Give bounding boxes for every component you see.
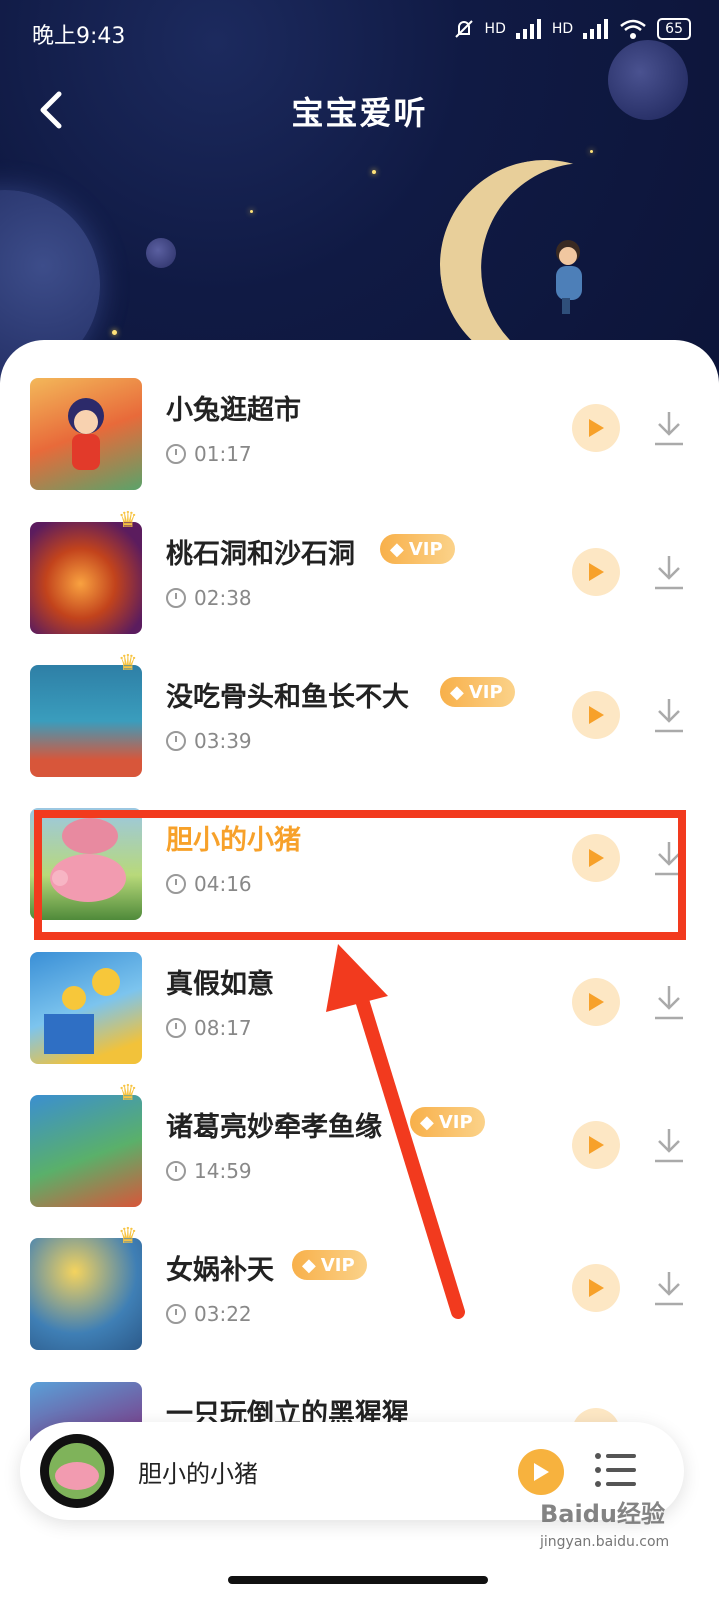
watermark-brand: Baidu经验 (540, 1500, 665, 1528)
mute-bell-icon (454, 20, 473, 38)
vip-diamond-icon: ◆ (302, 1254, 316, 1276)
page-title: 宝宝爱听 (291, 94, 428, 132)
crown-icon: ♛ (118, 1224, 138, 1249)
clock-icon (166, 444, 186, 464)
vip-badge: ◆ VIP (410, 1107, 485, 1137)
track-duration: 02:38 (166, 586, 252, 610)
vip-label: VIP (468, 681, 503, 703)
track-cover (30, 378, 142, 490)
track-duration-text: 14:59 (194, 1159, 252, 1183)
play-icon (589, 706, 604, 724)
download-icon[interactable] (652, 552, 686, 592)
vip-diamond-icon: ◆ (420, 1111, 434, 1133)
track-cover (30, 522, 142, 634)
track-duration-text: 03:22 (194, 1302, 252, 1326)
status-bar: 晚上9:43 HD HD 65 (0, 0, 719, 64)
battery-indicator: 65 (657, 18, 691, 40)
track-item[interactable]: 真假如意 08:17 (0, 952, 719, 1092)
track-title: 桃石洞和沙石洞 (166, 539, 355, 570)
play-icon (589, 1279, 604, 1297)
track-duration: 14:59 (166, 1159, 252, 1183)
crown-icon: ♛ (118, 1081, 138, 1106)
track-cover (30, 1238, 142, 1350)
vip-label: VIP (438, 1111, 473, 1133)
track-title: 真假如意 (166, 969, 274, 1000)
play-icon (589, 1136, 604, 1154)
vip-badge: ◆ VIP (380, 534, 455, 564)
clock-icon (166, 1018, 186, 1038)
home-indicator[interactable] (228, 1576, 488, 1584)
vip-diamond-icon: ◆ (390, 538, 404, 560)
player-play-button[interactable] (518, 1449, 564, 1495)
child-on-moon-illustration (556, 240, 582, 314)
watermark-url: jingyan.baidu.com (540, 1534, 670, 1550)
track-duration-text: 08:17 (194, 1016, 252, 1040)
crown-icon: ♛ (118, 508, 138, 533)
download-icon[interactable] (652, 408, 686, 448)
star-decoration (250, 210, 253, 213)
star-decoration (590, 150, 593, 153)
track-duration: 03:22 (166, 1302, 252, 1326)
track-duration: 08:17 (166, 1016, 252, 1040)
track-duration-text: 02:38 (194, 586, 252, 610)
track-item[interactable]: ♛ 诸葛亮妙牵孝鱼缘 ◆ VIP 14:59 (0, 1081, 719, 1235)
track-title: 女娲补天 (166, 1255, 274, 1286)
vip-badge: ◆ VIP (292, 1250, 367, 1280)
track-cover-art (44, 968, 120, 1054)
status-icons: HD HD 65 (453, 18, 691, 40)
playlist-icon[interactable] (592, 1446, 640, 1494)
play-button[interactable] (572, 404, 620, 452)
play-icon (589, 563, 604, 581)
download-icon[interactable] (652, 695, 686, 735)
track-duration-text: 01:17 (194, 442, 252, 466)
track-item[interactable]: ♛ 没吃骨头和鱼长不大 ◆ VIP 03:39 (0, 651, 719, 805)
star-decoration (112, 330, 117, 335)
track-duration: 01:17 (166, 442, 252, 466)
status-time: 晚上9:43 (32, 24, 126, 49)
signal-icon (583, 19, 609, 39)
clock-icon (166, 588, 186, 608)
crown-icon: ♛ (118, 651, 138, 676)
download-icon[interactable] (652, 1268, 686, 1308)
track-title: 没吃骨头和鱼长不大 (166, 682, 409, 713)
play-button[interactable] (572, 978, 620, 1026)
track-cover (30, 1095, 142, 1207)
player-cover-art (41, 1435, 113, 1507)
signal-icon (515, 19, 541, 39)
clock-icon (166, 731, 186, 751)
vip-diamond-icon: ◆ (450, 681, 464, 703)
signal-hd-label: HD (484, 21, 506, 37)
track-item[interactable]: 小兔逛超市 01:17 (0, 378, 719, 518)
play-icon (589, 993, 604, 1011)
vip-badge: ◆ VIP (440, 677, 515, 707)
track-duration-text: 03:39 (194, 729, 252, 753)
track-title: 小兔逛超市 (166, 395, 301, 426)
highlight-box (34, 810, 686, 940)
play-button[interactable] (572, 548, 620, 596)
download-icon[interactable] (652, 1125, 686, 1165)
track-title: 诸葛亮妙牵孝鱼缘 (166, 1112, 382, 1143)
wifi-icon (620, 19, 646, 39)
play-button[interactable] (572, 1264, 620, 1312)
track-duration: 03:39 (166, 729, 252, 753)
track-item[interactable]: ♛ 女娲补天 ◆ VIP 03:22 (0, 1224, 719, 1378)
track-cover-art (68, 398, 104, 470)
track-cover (30, 952, 142, 1064)
planet-decoration (146, 238, 176, 268)
download-icon[interactable] (652, 982, 686, 1022)
now-playing-title: 胆小的小猪 (138, 1460, 258, 1488)
clock-icon (166, 1304, 186, 1324)
track-cover (30, 665, 142, 777)
star-decoration (372, 170, 376, 174)
play-icon (534, 1463, 549, 1481)
track-item[interactable]: ♛ 桃石洞和沙石洞 ◆ VIP 02:38 (0, 508, 719, 662)
play-icon (589, 419, 604, 437)
player-cover (40, 1434, 114, 1508)
play-button[interactable] (572, 1121, 620, 1169)
play-button[interactable] (572, 691, 620, 739)
signal-hd-label: HD (551, 21, 574, 37)
vip-label: VIP (408, 538, 443, 560)
clock-icon (166, 1161, 186, 1181)
vip-label: VIP (320, 1254, 355, 1276)
